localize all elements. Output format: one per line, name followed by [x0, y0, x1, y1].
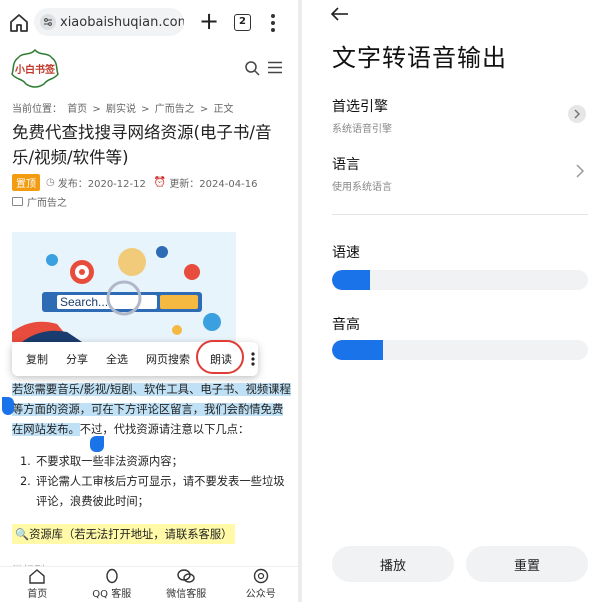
- update-date: 更新：2024-04-16: [169, 179, 258, 190]
- preferred-engine-setting[interactable]: 首选引擎 系统语音引擎: [332, 96, 592, 135]
- list-text: 评论需人工审核后方可显示，请不要发表一些垃圾评论，浪费彼此时间；: [36, 475, 285, 508]
- logo-text: 小白书签: [15, 65, 55, 76]
- search-icon[interactable]: [244, 60, 260, 76]
- pitch-slider[interactable]: [332, 340, 588, 360]
- web-search-option[interactable]: 网页搜索: [137, 351, 199, 367]
- pitch-label: 音高: [332, 317, 360, 333]
- resource-link-text: 资源库（若无法打开地址，请联系客服）: [29, 528, 233, 541]
- play-button[interactable]: 播放: [332, 546, 454, 582]
- folder-icon: [12, 197, 23, 206]
- list-number: 2.: [20, 475, 31, 488]
- setting-label: 语言: [332, 157, 360, 173]
- reset-button[interactable]: 重置: [466, 546, 588, 582]
- resource-link[interactable]: 🔍资源库（若无法打开地址，请联系客服）: [12, 524, 236, 544]
- select-all-option[interactable]: 全选: [97, 351, 137, 367]
- language-setting[interactable]: 语言 使用系统语言: [332, 154, 592, 193]
- url-bar[interactable]: xiaobaishuqian.com/c: [34, 8, 184, 36]
- list-number: 1.: [20, 455, 31, 468]
- divider-line: [332, 214, 588, 215]
- nav-label: QQ 客服: [92, 589, 132, 600]
- official-account-icon: [253, 568, 268, 584]
- nav-label: 微信客服: [166, 589, 207, 600]
- back-arrow-icon[interactable]: [330, 6, 350, 22]
- breadcrumb: 当前位置： 首页 > 剧实说 > 广而告之 > 正文: [12, 100, 292, 115]
- speech-rate-label: 语速: [332, 245, 360, 261]
- list-item: 2. 评论需人工审核后方可显示，请不要发表一些垃圾评论，浪费彼此时间；: [20, 472, 292, 512]
- tab-count-button[interactable]: 2: [234, 14, 251, 31]
- article-title: 免费代查找搜寻网络资源(电子书/音乐/视频/软件等): [12, 123, 272, 167]
- alarm-icon: ⏰: [153, 177, 167, 188]
- breadcrumb-separator: >: [92, 104, 101, 115]
- breadcrumb-item[interactable]: 首页: [67, 104, 87, 115]
- breadcrumb-item: 正文: [213, 104, 234, 115]
- wechat-icon: [177, 569, 195, 583]
- article-meta: 置顶 ◷ 发布：2020-12-12 ⏰ 更新：2024-04-16: [12, 174, 292, 191]
- rules-list: 1. 不要求取一些非法资源内容； 2. 评论需人工审核后方可显示，请不要发表一些…: [20, 452, 292, 512]
- category-label[interactable]: 广而告之: [27, 194, 67, 209]
- breadcrumb-prefix: 当前位置：: [12, 104, 62, 115]
- share-option[interactable]: 分享: [57, 351, 97, 367]
- setting-subtitle: 使用系统语言: [332, 182, 392, 193]
- qq-icon: [106, 568, 118, 584]
- highlight-circle: [196, 340, 244, 374]
- selection-handle-start[interactable]: [2, 397, 14, 415]
- nav-home[interactable]: 首页: [0, 567, 75, 602]
- nav-label: 首页: [27, 589, 48, 600]
- magnifier-icon: 🔍: [15, 528, 30, 541]
- site-info-icon[interactable]: [40, 14, 56, 30]
- slider-fill: [332, 270, 371, 290]
- slider-fill: [332, 340, 384, 360]
- copy-option[interactable]: 复制: [12, 351, 57, 367]
- page-title: 文字转语音输出: [332, 44, 507, 72]
- list-item: 1. 不要求取一些非法资源内容；: [20, 452, 292, 472]
- text-selection-menu: 复制 分享 全选 网页搜索 朗读: [12, 340, 258, 376]
- more-options-icon[interactable]: [251, 352, 255, 366]
- home-icon: [29, 569, 45, 584]
- browser-toolbar: xiaobaishuqian.com/c + 2: [0, 0, 298, 44]
- nav-official-account[interactable]: 公众号: [224, 567, 299, 602]
- speech-rate-slider[interactable]: [332, 270, 588, 290]
- breadcrumb-separator: >: [141, 104, 150, 115]
- article-hero-image: Search...: [12, 232, 236, 342]
- breadcrumb-item[interactable]: 广而告之: [155, 104, 195, 115]
- chevron-right-icon: [576, 164, 585, 178]
- nav-wechat[interactable]: 微信客服: [149, 567, 224, 602]
- publish-date: 发布：2020-12-12: [57, 179, 146, 190]
- tts-settings-pane: 文字转语音输出 首选引擎 系统语音引擎 语言 使用系统语言 语速 音高 播放 重…: [302, 0, 600, 602]
- settings-chevron-icon[interactable]: [568, 105, 586, 123]
- url-text: xiaobaishuqian.com/c: [60, 14, 184, 30]
- home-icon[interactable]: [8, 12, 30, 34]
- selection-handle-end[interactable]: [90, 436, 104, 452]
- setting-subtitle: 系统语音引擎: [332, 124, 392, 135]
- new-tab-icon[interactable]: +: [198, 9, 220, 35]
- article-paragraph: 若您需要音乐/影视/短剧、软件工具、电子书、视频课程等方面的资源，可在下方评论区…: [12, 380, 292, 440]
- menu-icon[interactable]: [268, 61, 282, 74]
- overflow-menu-icon[interactable]: [268, 12, 278, 34]
- nav-label: 公众号: [245, 589, 276, 600]
- paragraph-rest: 不过，代找资源请注意以下几点：: [79, 423, 250, 436]
- article-category: 广而告之: [12, 194, 67, 209]
- nav-qq[interactable]: QQ 客服: [75, 567, 150, 602]
- browser-pane: xiaobaishuqian.com/c + 2 小白书签 当前位置： 首页 >…: [0, 0, 298, 602]
- breadcrumb-separator: >: [199, 104, 209, 115]
- hero-search-text: Search...: [60, 295, 108, 309]
- site-header: 小白书签: [0, 44, 298, 92]
- breadcrumb-item[interactable]: 剧实说: [106, 104, 136, 115]
- bottom-nav: 首页 QQ 客服 微信客服 公众号: [0, 566, 298, 602]
- list-text: 不要求取一些非法资源内容；: [36, 455, 183, 468]
- clock-icon: ◷: [46, 177, 55, 188]
- setting-label: 首选引擎: [332, 99, 388, 115]
- pinned-badge: 置顶: [12, 174, 40, 191]
